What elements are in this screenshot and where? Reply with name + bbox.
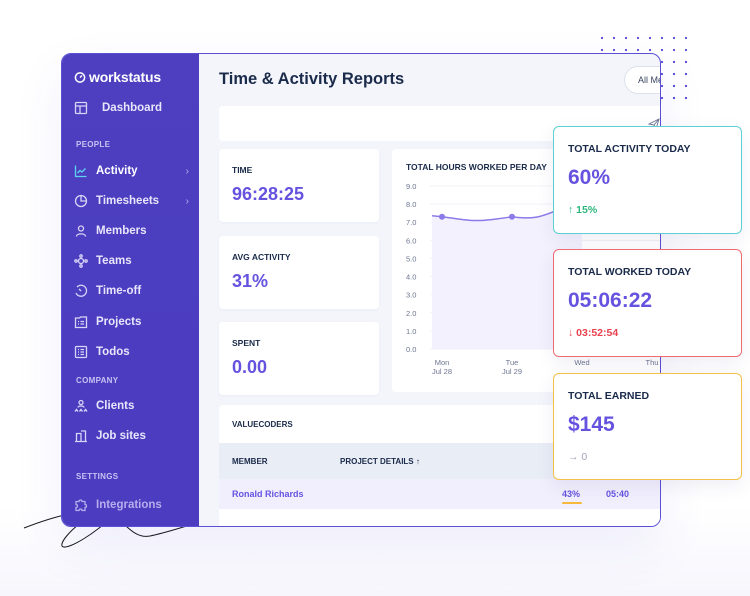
decorative-dot-grid bbox=[668, 56, 688, 108]
card-label: TOTAL ACTIVITY TODAY bbox=[568, 143, 691, 155]
card-delta-up: ↑ 15% bbox=[568, 204, 598, 216]
y-tick-label: 4.0 bbox=[406, 273, 416, 282]
sidebar-item-members[interactable]: Members bbox=[74, 224, 189, 238]
sidebar-item-label: Members bbox=[96, 225, 147, 237]
sidebar-item-label: Clients bbox=[96, 400, 135, 412]
column-member[interactable]: MEMBER bbox=[232, 457, 268, 466]
y-tick-label: 1.0 bbox=[406, 327, 416, 336]
data-point[interactable] bbox=[509, 213, 515, 220]
chevron-right-icon: › bbox=[185, 195, 189, 207]
activity-chart-icon bbox=[74, 164, 88, 178]
company-name: VALUECODERS bbox=[232, 420, 293, 429]
total-worked-today-card: TOTAL WORKED TODAY 05:06:22 ↓ 03:52:54 bbox=[553, 249, 742, 357]
x-tick-date: Jul 28 bbox=[432, 367, 452, 376]
column-project-details[interactable]: PROJECT DETAILS ↑ bbox=[340, 457, 420, 466]
sidebar-item-label: Activity bbox=[96, 165, 138, 177]
sidebar-item-activity[interactable]: Activity › bbox=[74, 164, 189, 178]
sidebar-item-label: Time-off bbox=[96, 285, 142, 297]
time-cell: 05:40 bbox=[606, 489, 630, 499]
stat-card-spent: SPENT 0.00 bbox=[219, 322, 379, 395]
y-tick-label: 5.0 bbox=[406, 254, 416, 263]
card-value: 05:06:22 bbox=[568, 289, 653, 312]
user-icon bbox=[74, 224, 88, 238]
activity-bar bbox=[562, 502, 582, 504]
x-tick-day: Tue bbox=[506, 358, 519, 367]
stat-value: 31% bbox=[232, 271, 269, 291]
sidebar: workstatus Dashboard PEOPLE Activity › T… bbox=[62, 54, 199, 526]
card-label: TOTAL WORKED TODAY bbox=[568, 266, 692, 278]
card-delta-flat: → 0 bbox=[568, 451, 588, 463]
logo-text: workstatus bbox=[89, 69, 161, 85]
time-off-icon bbox=[74, 284, 88, 298]
card-label: TOTAL EARNED bbox=[568, 390, 650, 402]
x-tick-day: Thu bbox=[646, 358, 659, 367]
table-row[interactable]: Ronald Richards 43% 05:40 bbox=[219, 479, 660, 509]
clients-icon bbox=[74, 399, 88, 413]
stat-label: AVG ACTIVITY bbox=[232, 252, 291, 262]
x-tick-date: Jul 29 bbox=[502, 367, 522, 376]
x-tick-day: Mon bbox=[435, 358, 450, 367]
activity-percent: 43% bbox=[562, 489, 581, 499]
data-point[interactable] bbox=[439, 213, 445, 220]
sidebar-item-label: Projects bbox=[96, 316, 142, 328]
stat-label: TIME bbox=[232, 165, 253, 175]
projects-icon bbox=[74, 315, 88, 329]
y-tick-label: 7.0 bbox=[406, 218, 416, 227]
member-filter-dropdown[interactable]: All Members bbox=[624, 66, 660, 94]
job-sites-icon bbox=[74, 429, 88, 443]
sidebar-item-teams[interactable]: Teams bbox=[74, 254, 189, 268]
sidebar-item-label: Dashboard bbox=[102, 102, 163, 114]
y-tick-label: 9.0 bbox=[406, 182, 416, 191]
y-tick-label: 6.0 bbox=[406, 236, 416, 245]
puzzle-icon bbox=[74, 498, 88, 512]
sidebar-item-timesheets[interactable]: Timesheets › bbox=[74, 194, 189, 208]
sidebar-item-label: Integrations bbox=[96, 499, 162, 511]
pie-clock-icon bbox=[74, 194, 88, 208]
y-tick-label: 2.0 bbox=[406, 309, 416, 318]
sidebar-item-clients[interactable]: Clients bbox=[74, 399, 189, 413]
stat-card-time: TIME 96:28:25 bbox=[219, 149, 379, 222]
app-logo[interactable]: workstatus bbox=[74, 69, 161, 85]
stopwatch-icon bbox=[74, 72, 86, 83]
chevron-right-icon: › bbox=[185, 165, 189, 177]
teams-icon bbox=[74, 254, 88, 268]
sidebar-item-integrations[interactable]: Integrations bbox=[74, 498, 189, 512]
section-settings: SETTINGS bbox=[76, 472, 119, 481]
sidebar-item-dashboard[interactable]: Dashboard bbox=[74, 101, 189, 115]
card-value: $145 bbox=[568, 413, 615, 436]
section-company: COMPANY bbox=[76, 376, 119, 385]
dashboard-icon bbox=[74, 101, 88, 115]
sidebar-item-time-off[interactable]: Time-off bbox=[74, 284, 189, 298]
stat-value: 96:28:25 bbox=[232, 184, 305, 204]
sidebar-item-label: Todos bbox=[96, 346, 130, 358]
todos-icon bbox=[74, 345, 88, 359]
sidebar-item-label: Job sites bbox=[96, 430, 146, 442]
stat-value: 0.00 bbox=[232, 357, 268, 377]
card-value: 60% bbox=[568, 166, 611, 189]
sidebar-item-job-sites[interactable]: Job sites bbox=[74, 429, 189, 443]
x-tick-day: Wed bbox=[574, 358, 589, 367]
section-people: PEOPLE bbox=[76, 140, 111, 149]
total-earned-card: TOTAL EARNED $145 → 0 bbox=[553, 373, 742, 480]
stat-label: SPENT bbox=[232, 338, 261, 348]
sidebar-item-label: Teams bbox=[96, 255, 132, 267]
member-name[interactable]: Ronald Richards bbox=[232, 489, 304, 499]
total-activity-today-card: TOTAL ACTIVITY TODAY 60% ↑ 15% bbox=[553, 126, 742, 234]
page-title: Time & Activity Reports bbox=[219, 70, 405, 88]
sidebar-item-projects[interactable]: Projects bbox=[74, 315, 189, 329]
y-tick-label: 3.0 bbox=[406, 291, 416, 300]
card-delta-down: ↓ 03:52:54 bbox=[568, 327, 619, 339]
sidebar-item-todos[interactable]: Todos bbox=[74, 345, 189, 359]
stat-card-avg-activity: AVG ACTIVITY 31% bbox=[219, 236, 379, 309]
y-tick-label: 0.0 bbox=[406, 345, 416, 354]
y-tick-label: 8.0 bbox=[406, 200, 416, 209]
sidebar-item-label: Timesheets bbox=[96, 195, 160, 207]
